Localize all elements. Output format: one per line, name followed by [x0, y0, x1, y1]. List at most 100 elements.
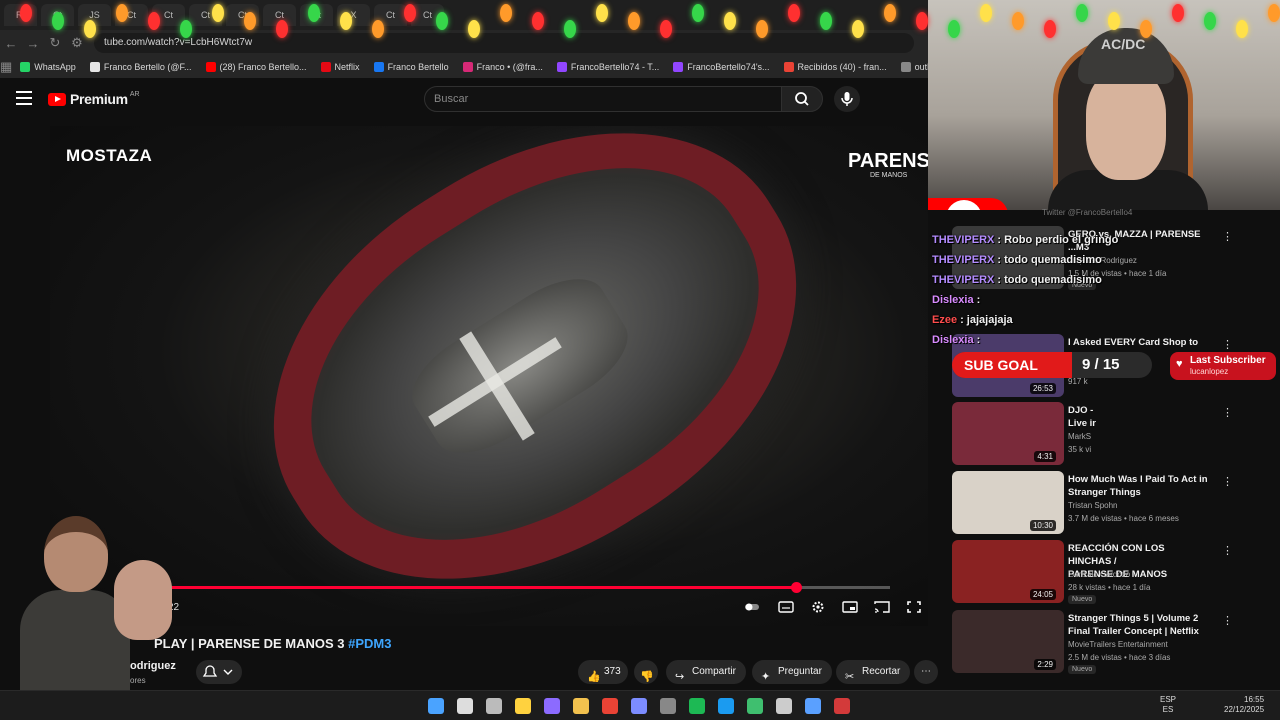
bookmark-item[interactable]: WhatsApp	[20, 62, 76, 72]
site-info-icon[interactable]: ⚙	[66, 35, 88, 51]
clip-button[interactable]: ✂ Recortar	[836, 660, 911, 684]
more-options-icon[interactable]: ⋮	[1222, 544, 1233, 557]
steam-icon[interactable]	[718, 698, 734, 714]
bookmark-item[interactable]: Netflix	[320, 62, 360, 72]
more-options-icon[interactable]: ⋮	[1222, 614, 1233, 627]
streamer-face	[1086, 70, 1166, 180]
youtube-premium-logo[interactable]: Premium AR	[48, 91, 140, 107]
like-count: 373	[604, 666, 621, 677]
share-button[interactable]: ↪ Compartir	[666, 660, 746, 684]
apps-icon[interactable]: ▦	[0, 59, 12, 75]
chat-text: :	[976, 334, 981, 346]
more-actions-button[interactable]: ⋯	[914, 660, 938, 684]
system-clock[interactable]: 16:55 22/12/2025	[1224, 695, 1264, 715]
search-button[interactable]	[781, 86, 823, 112]
reload-icon[interactable]: ↻	[44, 35, 66, 51]
new-badge: Nuevo	[1068, 595, 1097, 604]
miniplayer-icon[interactable]	[842, 600, 858, 614]
christmas-light	[1140, 20, 1152, 38]
bookmark-item[interactable]: (28) Franco Bertello...	[205, 62, 307, 72]
like-button[interactable]: 👍 373	[578, 660, 628, 684]
recommended-channel[interactable]: Gonzalo Cardozo	[1068, 570, 1130, 579]
more-options-icon[interactable]: ⋮	[1222, 475, 1233, 488]
recommended-video[interactable]: 10:30 How Much Was I Paid To Act in Strang…	[952, 471, 1252, 535]
bell-icon	[202, 665, 233, 677]
chat-message: THEVIPERX: todo quemadisimo	[932, 270, 1162, 290]
discord-icon[interactable]	[631, 698, 647, 714]
search-icon[interactable]	[457, 698, 473, 714]
autoplay-toggle-icon[interactable]	[744, 600, 760, 614]
christmas-light	[1044, 20, 1056, 38]
back-icon[interactable]: ←	[0, 36, 22, 51]
settings-gear-icon[interactable]	[810, 600, 826, 614]
recommended-channel[interactable]: Tristan Spohn	[1068, 501, 1118, 510]
bookmark-item[interactable]: Recibidos (40) - fran...	[783, 62, 887, 72]
app-icon[interactable]	[834, 698, 850, 714]
scrubber-handle[interactable]	[791, 582, 802, 593]
bookmark-item[interactable]: Franco Bertello	[373, 62, 449, 72]
bookmark-item[interactable]: Franco • (@fra...	[462, 62, 543, 72]
voice-search-button[interactable]	[834, 86, 860, 112]
bookmark-favicon-icon	[205, 62, 216, 72]
ask-button[interactable]: ✦ Preguntar	[752, 660, 832, 684]
more-options-icon[interactable]: ⋮	[1222, 338, 1233, 351]
chat-message: Ezee: jajajajaja	[932, 310, 1162, 330]
more-options-icon[interactable]: ⋮	[1222, 406, 1233, 419]
cast-icon[interactable]	[874, 600, 890, 614]
bookmark-item[interactable]: FrancoBertello74's...	[673, 62, 770, 72]
title-line-1: REACCIÓN CON LOS HINCHAS /	[1068, 543, 1165, 567]
more-options-icon[interactable]: ⋮	[1222, 230, 1233, 243]
lang-bottom: ES	[1162, 705, 1174, 714]
keyboard-language[interactable]: ESP ES	[1160, 695, 1176, 715]
youtube-header: Premium AR Buscar	[0, 78, 928, 122]
chat-username: THEVIPERX	[932, 254, 995, 266]
sticker-hand	[114, 560, 172, 640]
progress-bar[interactable]	[170, 582, 890, 593]
spotify-icon[interactable]	[689, 698, 705, 714]
recommended-title[interactable]: DJO - Live ir	[1068, 404, 1208, 430]
subtitles-icon[interactable]	[778, 600, 794, 614]
recommended-video[interactable]: 24:05 REACCIÓN CON LOS HINCHAS / PARENSE D…	[952, 540, 1252, 604]
forward-icon[interactable]: →	[22, 36, 44, 51]
chat-text: : todo quemadisimo	[997, 274, 1102, 286]
youtube-play-icon	[48, 92, 66, 106]
notifications-button[interactable]	[196, 660, 242, 684]
recommended-title[interactable]: Stranger Things 5 | Volume 2 Final Traile…	[1068, 612, 1208, 638]
chat-text: :	[976, 294, 981, 306]
url-input[interactable]: tube.com/watch?v=LcbH6Wtct7w	[94, 33, 914, 53]
windows-start-icon[interactable]	[428, 698, 444, 714]
thumbs-up-icon: 👍	[587, 671, 601, 683]
recommended-video[interactable]: 4:31 DJO - Live ir MarkS 35 k vi ⋮	[952, 402, 1252, 466]
video-duration: 4:31	[1034, 451, 1056, 462]
sub-goal-count: 9 / 15	[1082, 356, 1120, 373]
app-icon[interactable]	[776, 698, 792, 714]
recommended-video[interactable]: 2:29 Stranger Things 5 | Volume 2 Final Tr…	[952, 610, 1252, 674]
chat-message: THEVIPERX: todo quemadisimo	[932, 250, 1162, 270]
folder-icon[interactable]	[573, 698, 589, 714]
app-icon[interactable]	[544, 698, 560, 714]
bookmark-item[interactable]: FrancoBertello74 - T...	[556, 62, 659, 72]
recommended-views: 28 k vistas • hace 1 día	[1068, 583, 1151, 592]
chrome-icon[interactable]	[602, 698, 618, 714]
task-view-icon[interactable]	[486, 698, 502, 714]
recommended-title[interactable]: How Much Was I Paid To Act in Stranger Th…	[1068, 473, 1208, 499]
chat-message: Dislexia:	[932, 290, 1162, 310]
app-icon[interactable]	[805, 698, 821, 714]
christmas-light	[468, 20, 480, 38]
recommended-channel[interactable]: MarkS	[1068, 432, 1091, 441]
christmas-light	[980, 4, 992, 22]
christmas-light	[692, 4, 704, 22]
title-line-2: Stranger Things	[1068, 487, 1141, 498]
video-player[interactable]: MOSTAZA PARENSI DE MANOS 22	[50, 126, 928, 626]
recommended-channel[interactable]: MovieTrailers Entertainment	[1068, 640, 1168, 649]
fullscreen-icon[interactable]	[906, 600, 922, 614]
obs-icon[interactable]	[660, 698, 676, 714]
app-icon[interactable]	[747, 698, 763, 714]
christmas-light	[1204, 12, 1216, 30]
search-input[interactable]: Buscar	[424, 86, 782, 112]
hashtag-link[interactable]: #PDM3	[348, 636, 391, 651]
hamburger-menu-icon[interactable]	[16, 91, 32, 105]
dislike-button[interactable]: 👎	[634, 660, 658, 684]
bookmark-item[interactable]: Franco Bertello (@F...	[89, 62, 192, 72]
file-explorer-icon[interactable]	[515, 698, 531, 714]
